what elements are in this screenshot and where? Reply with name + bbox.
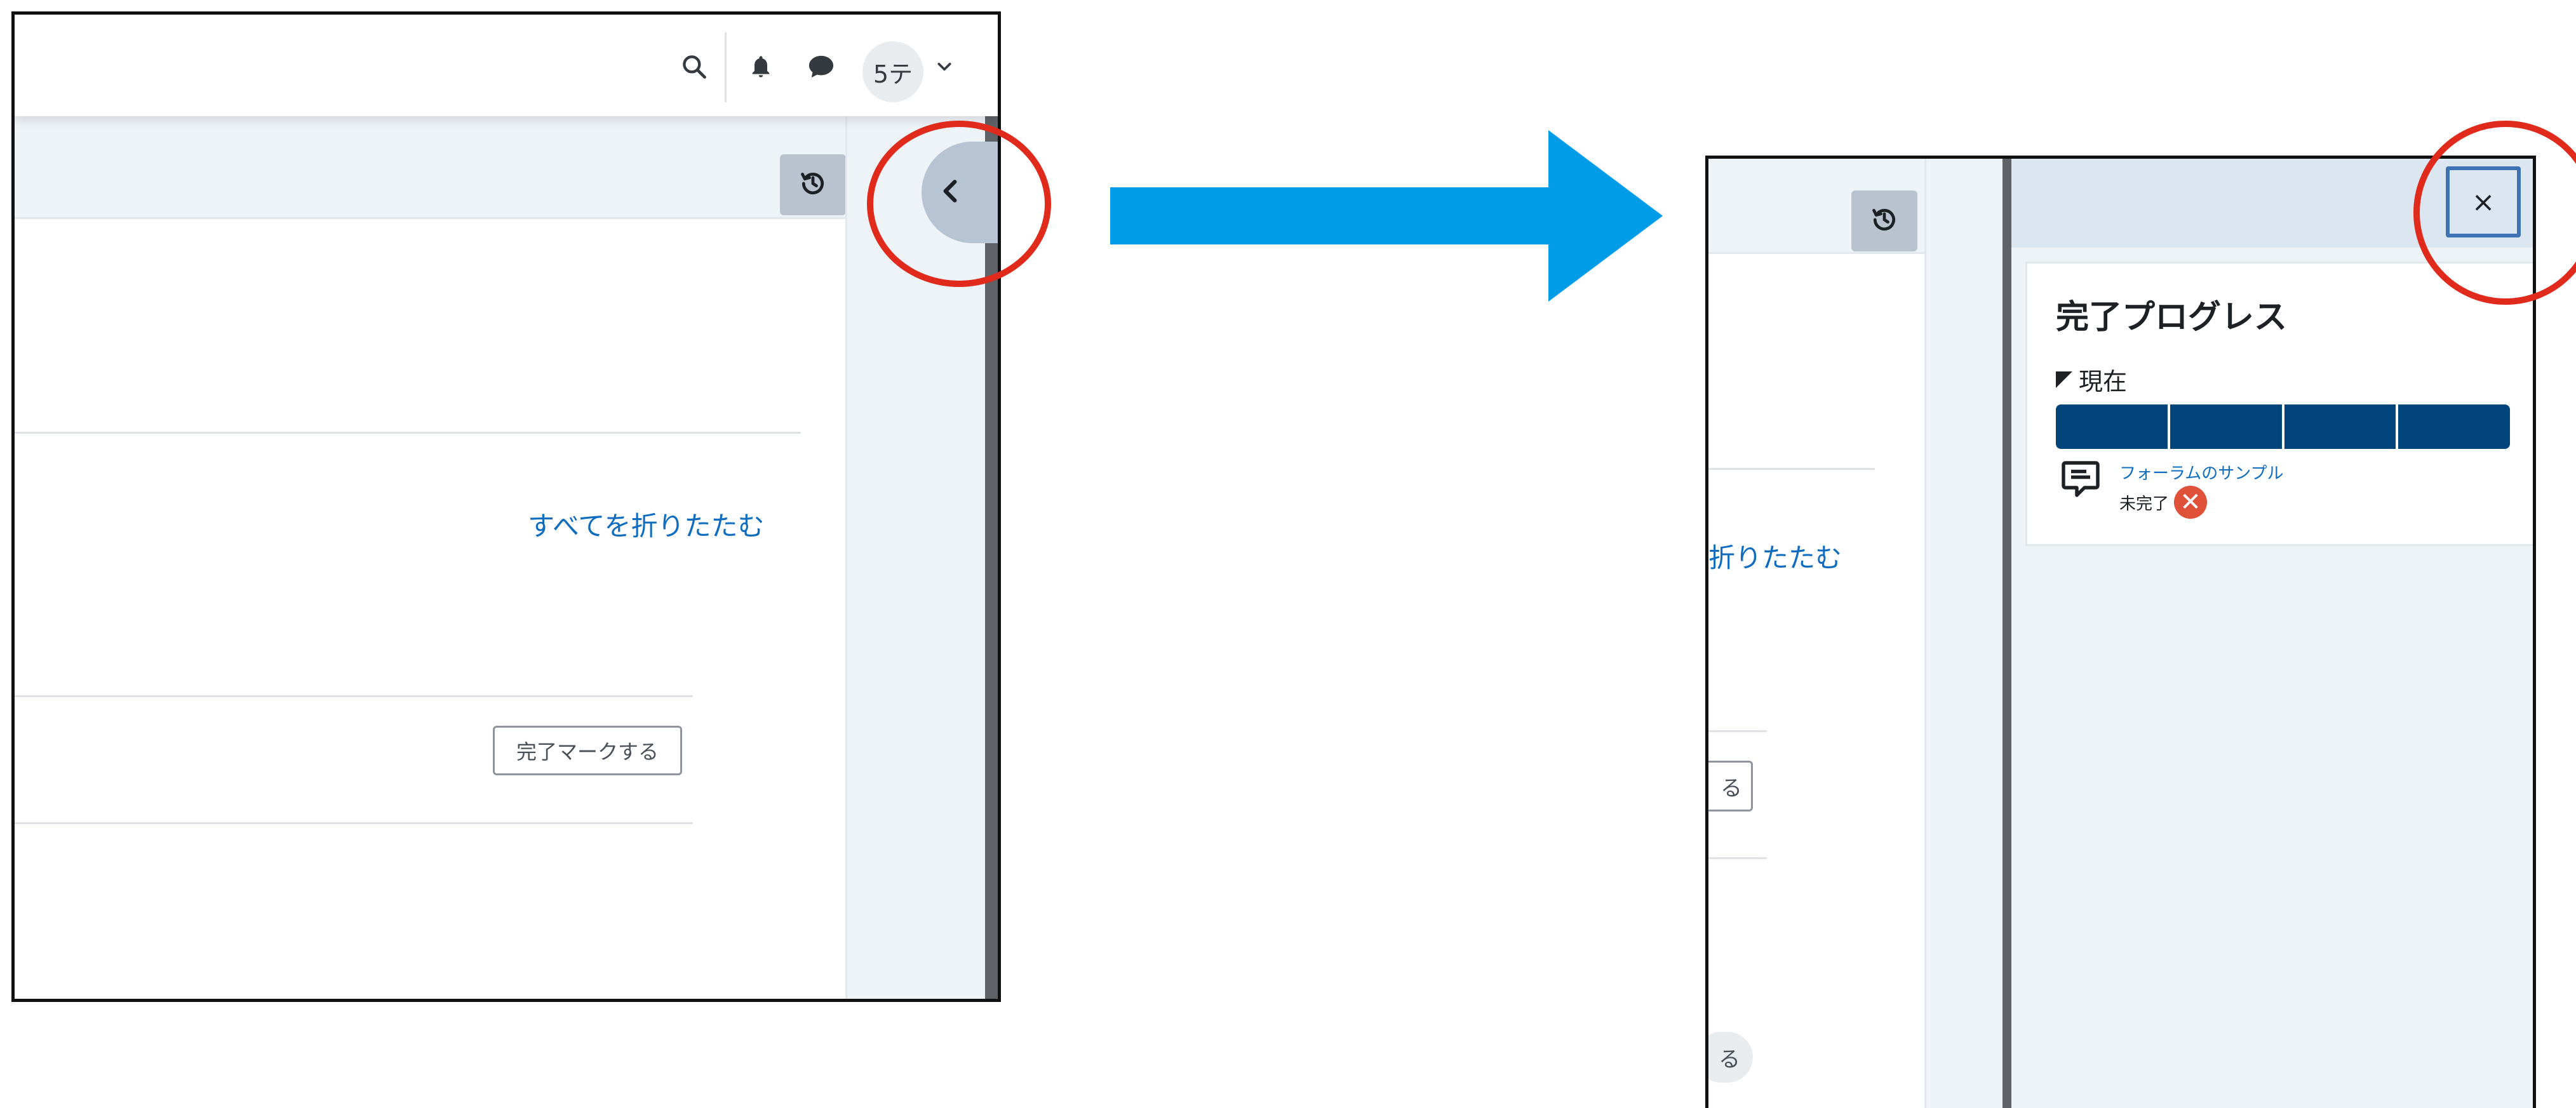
divider [15, 695, 693, 697]
mark-as-done-label: る [1721, 775, 1742, 801]
transition-arrow [1110, 130, 1663, 302]
right-column [1924, 159, 2002, 1108]
progress-segment[interactable] [2056, 404, 2170, 449]
highlight-circle [867, 121, 1051, 287]
history-button[interactable] [1851, 190, 1917, 251]
chat-icon[interactable] [802, 48, 840, 86]
collapse-all-link[interactable]: すべてを折りたたむ [528, 505, 765, 544]
progress-bar[interactable] [2056, 404, 2510, 449]
divider [1708, 730, 1767, 732]
bell-icon[interactable] [742, 48, 780, 86]
mark-as-done-pill[interactable]: る [1708, 1032, 1753, 1083]
collapse-all-link[interactable]: 折りたたむ [1708, 537, 1842, 575]
progress-segment[interactable] [2398, 404, 2510, 449]
search-icon[interactable] [675, 48, 713, 86]
completion-progress-block: 完了プログレス 現在 フォーラムのサンプル 未完了 ✕ [2025, 262, 2533, 546]
progress-segment[interactable] [2284, 404, 2399, 449]
current-label[interactable]: 現在 [2056, 362, 2127, 397]
chevron-down-icon[interactable] [930, 48, 958, 86]
divider [15, 432, 801, 434]
activity-status: 未完了 ✕ [2119, 486, 2208, 519]
triangle-down-icon [2056, 366, 2072, 394]
top-navbar: 5テ [15, 15, 998, 116]
after-screenshot: 折りたたむ る る × 完了プログレス 現在 フォーラムのサンプル 未完了 ✕ [1705, 156, 2536, 1108]
pill-label: る [1719, 1046, 1740, 1072]
divider [15, 822, 693, 824]
avatar-initials: 5テ [873, 60, 913, 88]
avatar[interactable]: 5テ [862, 41, 923, 102]
navbar-separator [725, 32, 727, 102]
block-title: 完了プログレス [2056, 298, 2288, 337]
history-icon [1870, 206, 1898, 236]
progress-segment[interactable] [2170, 404, 2284, 449]
mark-as-done-button[interactable]: 完了マークする [493, 726, 682, 775]
history-icon [799, 170, 827, 200]
history-button[interactable] [780, 154, 846, 215]
right-drawer: × 完了プログレス 現在 フォーラムのサンプル 未完了 ✕ [2011, 159, 2533, 1108]
status-text: 未完了 [2119, 494, 2170, 514]
divider [1708, 468, 1875, 470]
page-header-strip [15, 116, 845, 219]
x-circle-icon: ✕ [2174, 486, 2208, 519]
drawer-edge [2002, 159, 2011, 1108]
mark-as-done-button[interactable]: る [1708, 761, 1753, 811]
divider [1708, 857, 1767, 859]
before-screenshot: 5テ すべてを折りたたむ 完了マークする [11, 11, 1001, 1002]
current-label-text: 現在 [2079, 368, 2128, 396]
forum-icon [2058, 457, 2109, 508]
activity-link[interactable]: フォーラムのサンプル [2119, 460, 2283, 484]
